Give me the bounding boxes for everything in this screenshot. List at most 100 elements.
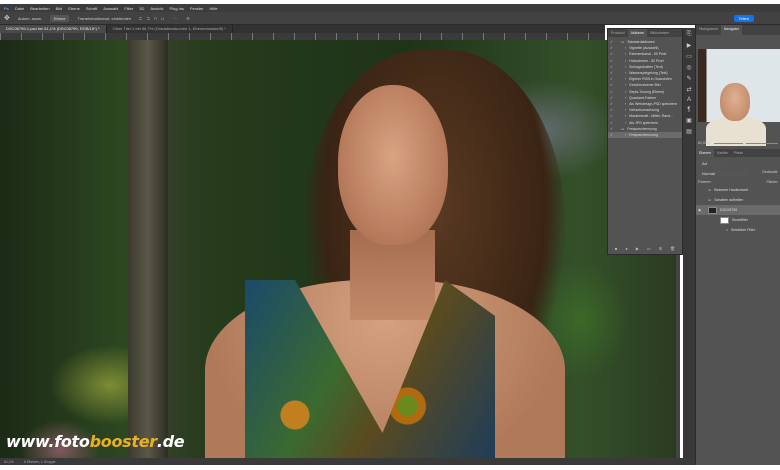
stop-icon[interactable]: ■ [615, 246, 617, 251]
layer-select-dropdown[interactable]: Ebene [49, 14, 70, 22]
tree-trunk [128, 40, 168, 458]
panel-icon-bar: ⎘ ▶ ▭ ◎ ✎ ⇄ A ¶ ▣ ▤ [683, 28, 695, 458]
tab-protokoll[interactable]: Protokoll [608, 29, 628, 37]
menu-ebene[interactable]: Ebene [68, 6, 80, 11]
zoom-slider[interactable] [713, 140, 778, 146]
check-icon[interactable]: ✓ [610, 71, 614, 75]
layer-row[interactable]: Smartfilter [696, 215, 780, 225]
menu-3d[interactable]: 3D [139, 6, 144, 11]
paragraph-icon[interactable]: ¶ [687, 107, 690, 113]
menu-ansicht[interactable]: Ansicht [150, 6, 163, 11]
folder-icon[interactable]: ▭ [647, 246, 651, 251]
tab-kanaele[interactable]: Kanäle [714, 149, 731, 157]
action-icon: › [625, 58, 627, 63]
action-label: Freiquenztrennung [627, 126, 657, 131]
check-icon[interactable]: ✓ [610, 96, 614, 100]
check-icon[interactable]: ✓ [610, 59, 614, 63]
menu-bild[interactable]: Bild [56, 6, 63, 11]
check-icon[interactable]: ✓ [610, 83, 614, 87]
check-icon[interactable]: ✓ [610, 77, 614, 81]
tab-ebenen[interactable]: Ebenen [696, 149, 715, 157]
layer-name: Smartfilter [732, 218, 748, 222]
character-icon[interactable]: A [687, 97, 691, 103]
check-icon[interactable]: ✓ [610, 40, 614, 44]
action-icon: › [625, 83, 627, 88]
navigator-preview[interactable] [698, 49, 780, 146]
layer-row[interactable]: ≈ Selektiver Filter [696, 225, 780, 235]
play-icon[interactable]: ▶ [636, 246, 639, 251]
action-label: Sepia-Tonung (Ebene) [629, 89, 665, 94]
watermark: www.fotobooster.de [6, 432, 185, 451]
check-icon[interactable]: ✓ [610, 127, 614, 131]
menu-bearbeiten[interactable]: Bearbeiten [30, 6, 49, 11]
tab-document-2[interactable]: Ohne Titel-1 bei 66,7% (Gradationskurven… [107, 25, 233, 33]
action-item[interactable]: ✓ › Frequenztrennung [608, 131, 682, 138]
menu-auswahl[interactable]: Auswahl [103, 6, 118, 11]
menu-fenster[interactable]: Fenster [190, 6, 204, 11]
opacity-label: Deckkraft: [762, 170, 778, 174]
tab-histogramm[interactable]: Histogramm [696, 25, 721, 35]
transform-controls-checkbox[interactable]: Transformationsst. einblenden [77, 16, 131, 21]
blend-mode-dropdown[interactable]: Normal [698, 170, 748, 177]
layer-row[interactable]: ▭ Besserer Hauttonwert [696, 185, 780, 195]
folder-icon: ▭ [621, 40, 625, 45]
layer-row[interactable]: ▭ Schatten aufhellen [696, 195, 780, 205]
face [338, 85, 448, 245]
move-tool-icon[interactable]: ✥ [4, 14, 10, 22]
action-label: Quadrant-Farben [629, 95, 657, 100]
check-icon[interactable]: ✓ [610, 133, 614, 137]
menu-plugins[interactable]: Plug-ins [169, 6, 183, 11]
check-icon[interactable]: ✓ [610, 121, 614, 125]
check-icon[interactable]: ✓ [610, 52, 614, 56]
align-icons[interactable]: ⊏⊐⊓⊔ ⋯ ⚙ [139, 16, 194, 21]
canvas-photo[interactable] [0, 40, 680, 458]
check-icon[interactable]: ✓ [610, 102, 614, 106]
action-label: Holzrahmen - 50 Pixel [629, 58, 664, 63]
document-tabs: DSC06799-1.psd bei 61,1% (DSC06799, RGB/… [0, 25, 605, 33]
tab-navigator[interactable]: Navigator [720, 25, 742, 35]
record-icon[interactable]: ● [625, 246, 627, 251]
ps-logo[interactable]: Ps [4, 6, 9, 11]
check-icon[interactable]: ✓ [610, 90, 614, 94]
menu-schrift[interactable]: Schrift [86, 6, 97, 11]
menu-filter[interactable]: Filter [124, 6, 133, 11]
layer-row[interactable]: ◉ DSC06799 [696, 205, 780, 215]
action-icon: › [625, 101, 627, 106]
action-icon: › [625, 108, 627, 113]
brush-icon[interactable]: ✎ [686, 75, 691, 82]
history-icon[interactable]: ⎘ [687, 31, 692, 38]
autoselect-checkbox[interactable]: Autom. ausw. [18, 16, 42, 21]
tab-document-1[interactable]: DSC06799-1.psd bei 61,1% (DSC06799, RGB/… [0, 25, 107, 33]
layer-name: Schatten aufhellen [714, 198, 744, 202]
play-icon[interactable]: ▶ [687, 42, 692, 49]
check-icon[interactable]: ✓ [610, 46, 614, 50]
notes-icon[interactable]: ▤ [686, 128, 692, 135]
new-action-icon[interactable]: ⊞ [659, 246, 662, 251]
action-icon: › [625, 77, 627, 82]
share-button[interactable]: Teilen [733, 15, 754, 22]
properties-icon[interactable]: ▣ [686, 117, 692, 124]
layer-thumbnail [708, 206, 717, 214]
action-icon: › [625, 132, 627, 137]
trash-icon[interactable]: 🗑 [670, 246, 675, 251]
zoom-value[interactable]: 61,07% [698, 141, 710, 145]
check-icon[interactable]: ✓ [610, 108, 614, 112]
tab-bibliotheken[interactable]: Bibliotheken [647, 29, 672, 37]
transform-icon[interactable]: ⇄ [686, 86, 691, 93]
right-panels: Histogramm Navigator 61,07% Ebenen Kanäl… [695, 25, 780, 465]
color-icon[interactable]: ◎ [686, 64, 691, 71]
eye-icon[interactable]: ◉ [698, 208, 701, 212]
menu-hilfe[interactable]: Hilfe [209, 6, 217, 11]
layer-name: Besserer Hauttonwert [714, 188, 749, 192]
comment-icon[interactable]: ▭ [686, 53, 692, 60]
check-icon[interactable]: ✓ [610, 65, 614, 69]
history-panel: Protokoll Aktionen Bibliotheken ✓ ▭ Standa… [607, 28, 683, 255]
check-icon[interactable]: ✓ [610, 114, 614, 118]
menu-datei[interactable]: Datei [15, 6, 24, 11]
action-label: Frequenztrennung [629, 132, 658, 137]
layer-name: DSC06799 [720, 208, 738, 212]
tab-pfade[interactable]: Pfade [731, 149, 746, 157]
tab-aktionen[interactable]: Aktionen [627, 29, 648, 37]
status-zoom[interactable]: 61,1% [4, 460, 14, 464]
layer-kind-filter[interactable]: Art [698, 160, 728, 167]
